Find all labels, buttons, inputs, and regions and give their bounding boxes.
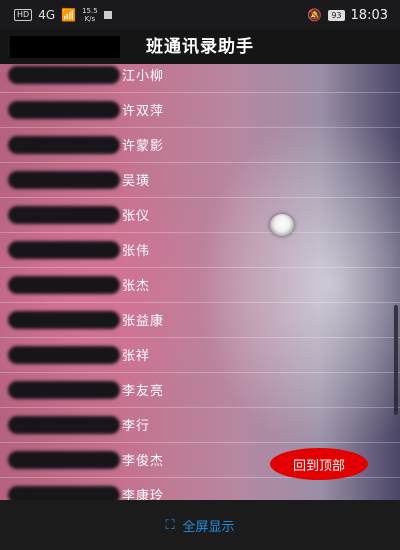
- redacted-id: [8, 136, 120, 154]
- contact-name: 许双萍: [122, 104, 165, 119]
- notification-icon: [103, 11, 112, 19]
- redacted-id: [8, 416, 120, 434]
- contact-name: 许蒙影: [122, 139, 165, 154]
- floating-assistive-button[interactable]: [270, 214, 294, 236]
- contact-name: 李友亮: [122, 384, 165, 399]
- list-item[interactable]: 李友亮: [0, 373, 400, 408]
- list-item[interactable]: 张伟: [0, 233, 400, 268]
- bottom-toolbar: ⛶ 全屏显示: [0, 500, 400, 550]
- contact-name: 张祥: [122, 349, 151, 364]
- contact-name: 江小柳: [122, 69, 165, 84]
- battery-indicator: 93: [328, 9, 345, 21]
- wifi-icon: 📶: [61, 8, 77, 22]
- contact-name: 张仪: [122, 209, 151, 224]
- redacted-id: [8, 381, 120, 399]
- signal-strength: 4G: [38, 8, 56, 22]
- list-item[interactable]: 江小柳: [0, 64, 400, 93]
- mute-icon: 🔕: [307, 8, 323, 22]
- expand-icon[interactable]: ⛶: [165, 518, 174, 533]
- redacted-id: [8, 311, 120, 329]
- clock: 18:03: [350, 7, 388, 23]
- app-title-bar: 班通讯录助手: [0, 30, 400, 64]
- redacted-id: [8, 101, 120, 119]
- status-left: HD 4G 📶 15.5 K/s: [14, 7, 112, 23]
- redacted-id: [8, 346, 120, 364]
- contact-name: 李康玲: [122, 489, 165, 500]
- redacted-id: [8, 276, 120, 294]
- status-bar: HD 4G 📶 15.5 K/s 🔕 93 18:03: [0, 0, 400, 30]
- contact-name: 张伟: [122, 244, 151, 259]
- list-item[interactable]: 许双萍: [0, 93, 400, 128]
- list-item[interactable]: 李行: [0, 408, 400, 443]
- list-item[interactable]: 吴璜: [0, 163, 400, 198]
- redacted-id: [8, 486, 120, 500]
- network-speed: 15.5 K/s: [82, 7, 98, 23]
- list-item[interactable]: 李康玲: [0, 478, 400, 500]
- contact-name: 张益康: [122, 314, 165, 329]
- list-item[interactable]: 张祥: [0, 338, 400, 373]
- redacted-id: [8, 171, 120, 189]
- page-title: 班通讯录助手: [146, 37, 254, 57]
- contact-name: 李行: [122, 419, 151, 434]
- list-item[interactable]: 张仪: [0, 198, 400, 233]
- redacted-id: [8, 451, 120, 469]
- back-to-top-button[interactable]: 回到顶部: [270, 448, 368, 480]
- contact-list[interactable]: 江小柳 许双萍 许蒙影 吴璜 张仪 张伟 张杰 张益康 张祥 李友亮 李行 李俊…: [0, 64, 400, 500]
- fullscreen-button[interactable]: 全屏显示: [183, 516, 235, 535]
- redacted-id: [8, 66, 120, 84]
- status-right: 🔕 93 18:03: [307, 8, 388, 23]
- contact-name: 吴璜: [122, 174, 151, 189]
- speed-value: 15.5: [82, 7, 98, 15]
- list-item[interactable]: 许蒙影: [0, 128, 400, 163]
- contact-name: 李俊杰: [122, 454, 165, 469]
- list-item[interactable]: 张杰: [0, 268, 400, 303]
- contact-name: 张杰: [122, 279, 151, 294]
- redacted-id: [8, 206, 120, 224]
- list-item[interactable]: 张益康: [0, 303, 400, 338]
- redacted-id: [8, 241, 120, 259]
- speed-unit: K/s: [84, 15, 96, 23]
- hd-indicator: HD: [14, 9, 33, 21]
- scrollbar[interactable]: [394, 305, 398, 415]
